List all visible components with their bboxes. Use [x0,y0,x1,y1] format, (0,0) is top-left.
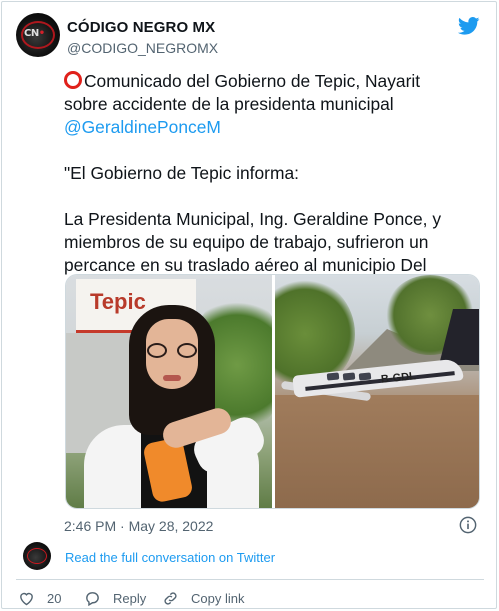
tepic-sign-text: Tepic [90,289,146,314]
like-button[interactable]: 20 [18,587,61,609]
author-display-name[interactable]: CÓDIGO NEGRO MX [67,19,215,36]
reply-button[interactable]: Reply [84,587,146,609]
red-circle-emoji-icon [64,71,82,89]
reply-label: Reply [113,590,147,606]
tweet-line-3: "El Gobierno de Tepic informa: [64,163,299,183]
tweet-line-2: sobre accidente de la presidenta municip… [64,94,394,114]
twitter-bird-icon[interactable] [458,17,480,35]
tweet-line-1-text: Comunicado del Gobierno de Tepic, Nayari… [84,71,421,91]
conversation-avatar [23,542,51,570]
author-avatar[interactable]: CN• [16,13,60,57]
tweet-text: Comunicado del Gobierno de Tepic, Nayari… [64,70,484,277]
tweet-line-4: La Presidenta Municipal, Ing. Geraldine … [64,209,442,229]
media-photo-presidenta[interactable]: Tepic [66,275,272,508]
copy-link-button[interactable]: Copy link [162,587,244,609]
plane-window [358,372,372,381]
reply-icon [86,591,99,606]
tweet-timestamp[interactable]: 2:46 PM · May 28, 2022 [64,518,213,534]
info-icon[interactable] [459,516,477,534]
tweet-header: CN• CÓDIGO NEGRO MX @CODIGO_NEGROMX [16,13,484,61]
tweet-line-1: Comunicado del Gobierno de Tepic, Nayari… [64,70,484,93]
like-count: 20 [47,590,62,606]
divider [16,579,484,580]
link-icon [164,591,177,605]
read-conversation-link[interactable]: Read the full conversation on Twitter [65,550,275,565]
tweet-card: CN• CÓDIGO NEGRO MX @CODIGO_NEGROMX Comu… [1,1,497,609]
tweet-line-5: miembros de su equipo de trabajo, sufrie… [64,232,429,252]
heart-icon [20,592,33,605]
media-photo-plane[interactable]: B-GDL [275,275,479,508]
plane-window [326,372,340,381]
plane-window [342,372,356,381]
author-handle[interactable]: @CODIGO_NEGROMX [67,40,218,56]
copy-link-label: Copy link [191,590,245,606]
conversation-row[interactable]: Read the full conversation on Twitter [23,542,483,572]
ground-shape [275,395,479,508]
codigo-negro-logo-icon: CN• [24,28,45,39]
mention-link[interactable]: @GeraldinePonceM [64,117,221,137]
tweet-media[interactable]: Tepic B-GDL [65,274,480,509]
lips-shape [163,375,181,381]
glasses-shape [147,343,197,359]
tweet-actions: 20 Reply Copy link [18,587,478,609]
